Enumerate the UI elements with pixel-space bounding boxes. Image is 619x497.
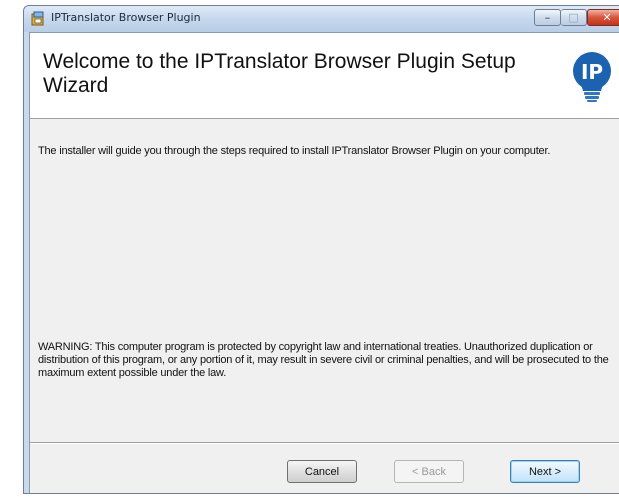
wizard-banner: Welcome to the IPTranslator Browser Plug… xyxy=(30,33,619,119)
installer-window: IPTranslator Browser Plugin – □ ✕ Welcom… xyxy=(23,5,619,494)
close-button[interactable]: ✕ xyxy=(587,9,619,26)
installer-app-icon xyxy=(31,11,44,26)
maximize-button[interactable]: □ xyxy=(561,9,587,26)
intro-text: The installer will guide you through the… xyxy=(38,145,551,157)
screenshot-canvas: IPTranslator Browser Plugin – □ ✕ Welcom… xyxy=(0,0,619,497)
footer-divider xyxy=(30,442,619,444)
copyright-warning: WARNING: This computer program is protec… xyxy=(38,341,609,379)
ip-bulb-logo-icon: IP xyxy=(573,52,611,102)
title-bar[interactable]: IPTranslator Browser Plugin – □ ✕ xyxy=(24,6,619,32)
next-button[interactable]: Next > xyxy=(510,460,580,483)
close-icon: ✕ xyxy=(602,11,612,24)
minimize-button[interactable]: – xyxy=(534,9,561,26)
dialog-client-area: Welcome to the IPTranslator Browser Plug… xyxy=(29,32,619,493)
minimize-icon: – xyxy=(544,11,551,24)
page-title: Welcome to the IPTranslator Browser Plug… xyxy=(43,50,516,97)
window-title: IPTranslator Browser Plugin xyxy=(51,11,201,24)
maximize-icon: □ xyxy=(568,11,579,24)
cancel-button[interactable]: Cancel xyxy=(287,460,357,483)
logo-text: IP xyxy=(581,60,603,84)
back-button[interactable]: < Back xyxy=(394,460,464,483)
